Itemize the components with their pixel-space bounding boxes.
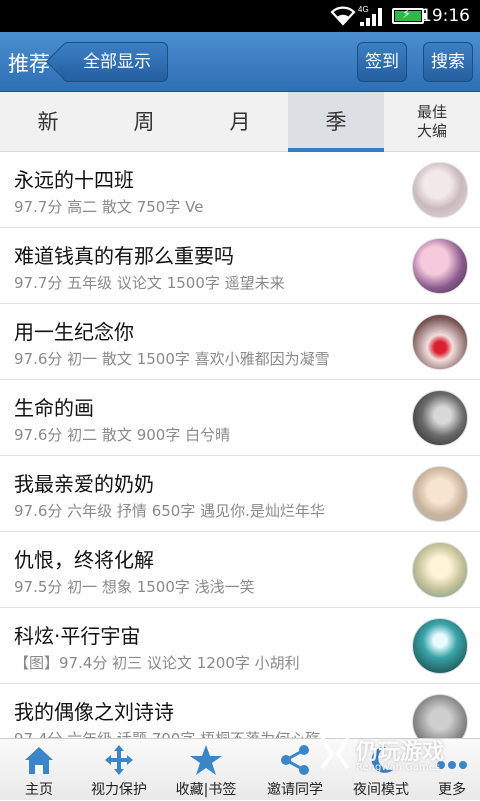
article-title: 生命的画 <box>14 396 94 420</box>
list-item[interactable]: 难道钱真的有那么重要吗 97.7分 五年级 议论文 1500字 遥望未来 <box>0 228 480 304</box>
nav-favorites[interactable]: 收藏|书签 <box>160 739 252 801</box>
avatar <box>412 542 468 598</box>
article-meta: 97.5分 初一 想象 1500字 浅浅一笑 <box>14 578 255 596</box>
nav-invite-label: 邀请同学 <box>267 782 323 798</box>
checkin-button[interactable]: 签到 <box>357 42 407 82</box>
article-meta: 97.6分 六年级 抒情 650字 遇见你.是灿烂年华 <box>14 502 325 520</box>
article-meta: 【图】97.4分 初三 议论文 1200字 小胡利 <box>14 654 300 672</box>
app-bar: 推荐 全部显示 签到 搜索 <box>0 32 480 92</box>
svg-text:4G: 4G <box>358 5 369 14</box>
battery-icon: ⚡ <box>392 7 427 24</box>
list-item[interactable]: 我最亲爱的奶奶 97.6分 六年级 抒情 650字 遇见你.是灿烂年华 <box>0 456 480 532</box>
avatar <box>412 618 468 674</box>
list-item[interactable]: 仇恨，终将化解 97.5分 初一 想象 1500字 浅浅一笑 <box>0 532 480 608</box>
watermark-logo-icon <box>320 736 350 770</box>
list-item[interactable]: 生命的画 97.6分 初二 散文 900字 白兮晴 <box>0 380 480 456</box>
search-button[interactable]: 搜索 <box>423 42 473 82</box>
article-title: 用一生纪念你 <box>14 320 134 344</box>
tab-best-editor[interactable]: 最佳 大编 <box>384 92 480 152</box>
nav-favorites-label: 收藏|书签 <box>175 782 237 798</box>
tab-season[interactable]: 季 <box>288 92 384 152</box>
article-list: 永远的十四班 97.7分 高二 散文 750字 Ve 难道钱真的有那么重要吗 9… <box>0 152 480 738</box>
nav-eye-protect[interactable]: 视力保护 <box>78 739 160 801</box>
article-title: 我的偶像之刘诗诗 <box>14 700 174 724</box>
article-meta: 97.7分 五年级 议论文 1500字 遥望未来 <box>14 274 285 292</box>
tab-best-editor-line2: 大编 <box>416 122 447 140</box>
page-title: 推荐 <box>8 52 50 76</box>
list-item[interactable]: 我的偶像之刘诗诗 97.4分 六年级 话题 700字 梧桐不落为何心殇 <box>0 684 480 738</box>
article-title: 仇恨，终将化解 <box>14 548 154 572</box>
tab-new[interactable]: 新 <box>0 92 96 152</box>
avatar <box>412 238 468 294</box>
eye-protect-icon <box>78 743 160 777</box>
article-meta: 97.6分 初二 散文 900字 白兮晴 <box>14 426 231 444</box>
article-meta: 97.6分 初一 散文 1500字 喜欢小雅都因为凝雪 <box>14 350 330 368</box>
nav-home-label: 主页 <box>25 782 53 798</box>
watermark: 仍玩游戏 Rengwan Games <box>318 732 478 776</box>
article-title: 永远的十四班 <box>14 168 134 192</box>
list-item[interactable]: 用一生纪念你 97.6分 初一 散文 1500字 喜欢小雅都因为凝雪 <box>0 304 480 380</box>
cellular-signal-icon: 4G <box>358 4 386 33</box>
nav-more-label: 更多 <box>438 782 466 798</box>
tab-best-editor-line1: 最佳 <box>416 103 447 121</box>
tab-week[interactable]: 周 <box>96 92 192 152</box>
wifi-icon <box>330 4 356 31</box>
avatar <box>412 314 468 370</box>
clock: 19:16 <box>421 6 470 26</box>
star-icon <box>160 743 252 777</box>
period-tabs: 新 周 月 季 最佳 大编 <box>0 92 480 152</box>
nav-home[interactable]: 主页 <box>0 739 78 801</box>
home-icon <box>0 743 78 777</box>
article-title: 难道钱真的有那么重要吗 <box>14 244 234 268</box>
avatar <box>412 162 468 218</box>
article-title: 科炫·平行宇宙 <box>14 624 141 648</box>
list-item[interactable]: 科炫·平行宇宙 【图】97.4分 初三 议论文 1200字 小胡利 <box>0 608 480 684</box>
show-all-button[interactable]: 全部显示 <box>62 42 168 82</box>
article-meta: 97.4分 六年级 话题 700字 梧桐不落为何心殇 <box>14 728 320 738</box>
watermark-subtext: Rengwan Games <box>356 762 441 773</box>
avatar <box>412 390 468 446</box>
status-bar: 4G ⚡ 19:16 <box>0 0 480 32</box>
article-title: 我最亲爱的奶奶 <box>14 472 154 496</box>
avatar <box>412 466 468 522</box>
article-meta: 97.7分 高二 散文 750字 Ve <box>14 198 204 216</box>
list-item[interactable]: 永远的十四班 97.7分 高二 散文 750字 Ve <box>0 152 480 228</box>
nav-night-mode-label: 夜间模式 <box>353 782 409 798</box>
tab-month[interactable]: 月 <box>192 92 288 152</box>
nav-eye-protect-label: 视力保护 <box>91 782 147 798</box>
